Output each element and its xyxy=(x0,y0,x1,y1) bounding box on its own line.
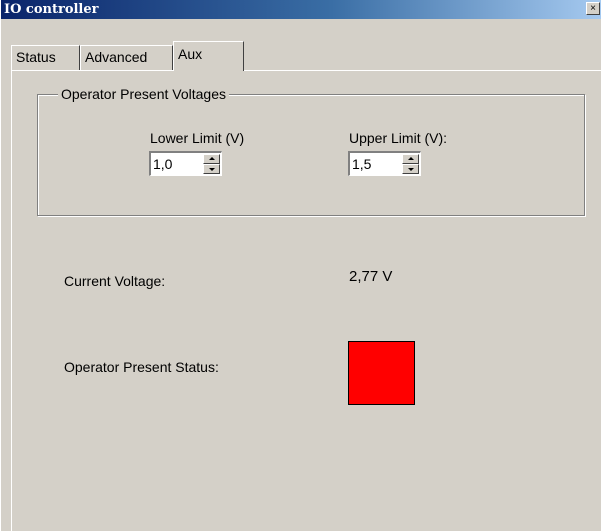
title-bar[interactable]: IO controller × xyxy=(1,0,601,19)
tab-status[interactable]: Status xyxy=(11,45,80,70)
upper-limit-spinbox[interactable]: 1,5 xyxy=(348,151,421,176)
window-title: IO controller xyxy=(4,2,99,17)
upper-limit-value[interactable]: 1,5 xyxy=(352,155,371,173)
lower-limit-increment-button[interactable] xyxy=(203,154,220,164)
tab-aux[interactable]: Aux xyxy=(173,41,244,71)
arrow-up-icon xyxy=(209,157,215,160)
lower-limit-decrement-button[interactable] xyxy=(203,164,220,174)
upper-limit-increment-button[interactable] xyxy=(402,154,419,164)
current-voltage-label: Current Voltage: xyxy=(64,273,166,289)
lower-limit-label: Lower Limit (V) xyxy=(150,130,245,146)
operator-present-status-label: Operator Present Status: xyxy=(64,359,219,375)
upper-limit-label: Upper Limit (V): xyxy=(349,130,448,146)
arrow-down-icon xyxy=(209,168,215,171)
upper-limit-spin-buttons xyxy=(402,154,419,174)
io-controller-window: IO controller × Status Advanced Aux Oper… xyxy=(0,0,601,531)
current-voltage-value: 2,77 V xyxy=(349,268,393,285)
lower-limit-spin-buttons xyxy=(203,154,220,174)
arrow-up-icon xyxy=(408,157,414,160)
lower-limit-value[interactable]: 1,0 xyxy=(153,155,172,173)
arrow-down-icon xyxy=(408,168,414,171)
tab-advanced[interactable]: Advanced xyxy=(80,45,173,70)
upper-limit-decrement-button[interactable] xyxy=(402,164,419,174)
operator-present-voltages-group xyxy=(37,94,585,216)
close-button[interactable]: × xyxy=(586,2,600,15)
close-icon: × xyxy=(590,3,596,14)
operator-present-status-indicator xyxy=(348,341,415,405)
group-title: Operator Present Voltages xyxy=(58,85,229,103)
lower-limit-spinbox[interactable]: 1,0 xyxy=(149,151,222,176)
